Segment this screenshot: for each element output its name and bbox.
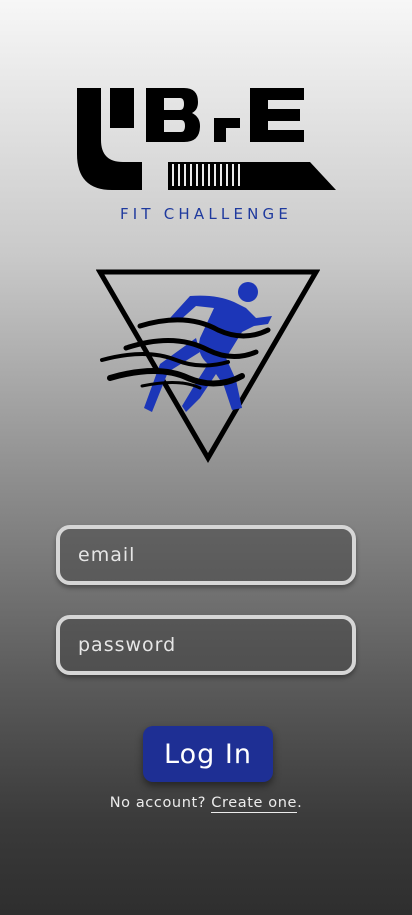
vibe-logo — [77, 88, 336, 190]
login-button[interactable]: Log In — [143, 726, 273, 782]
signup-prompt-text: No account? — [109, 795, 212, 811]
running-man-emblem — [96, 269, 320, 463]
create-account-link[interactable]: Create one — [211, 795, 298, 813]
email-field[interactable] — [56, 525, 356, 585]
signup-prompt: No account? Create one. — [0, 795, 412, 813]
password-field[interactable] — [56, 615, 356, 675]
signup-prompt-suffix: . — [297, 795, 303, 811]
brand-tagline: FIT CHALLENGE — [119, 205, 293, 223]
